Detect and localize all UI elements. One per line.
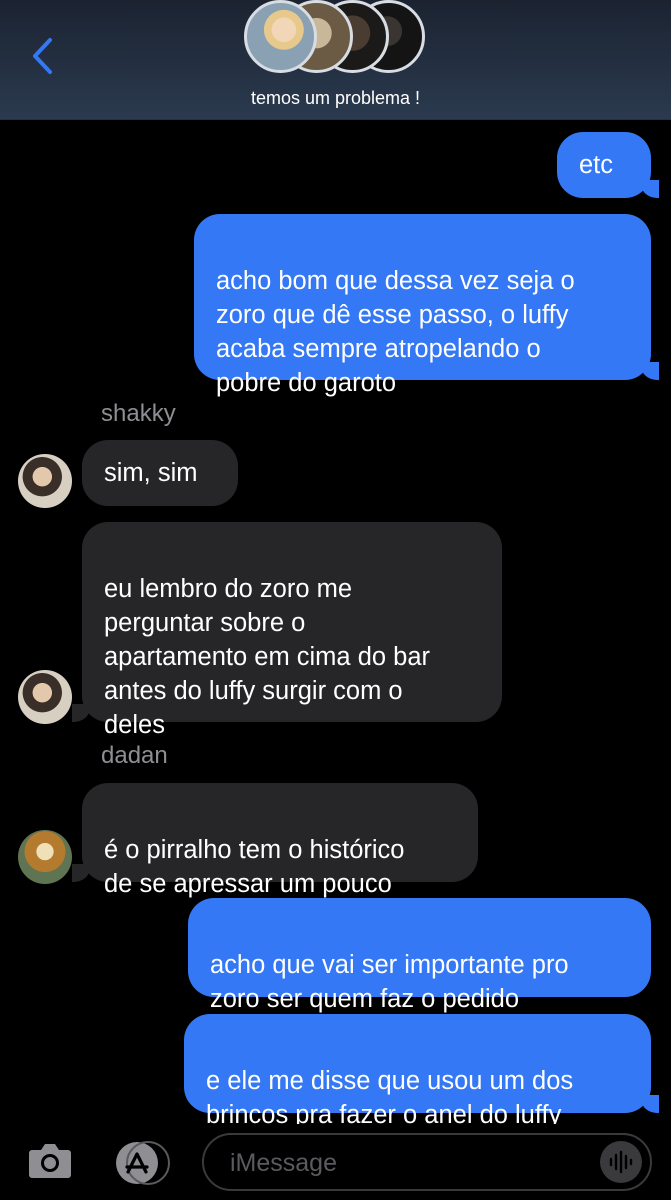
bubble-tail <box>641 362 659 380</box>
chevron-left-icon <box>33 38 52 74</box>
message-text: acho que vai ser importante pro zoro ser… <box>210 951 569 1013</box>
sent-message-bubble[interactable]: acho que vai ser importante pro zoro ser… <box>188 898 651 1013</box>
group-avatar <box>244 0 317 73</box>
app-store-button[interactable] <box>114 1140 172 1186</box>
compose-bar: iMessage <box>0 1124 671 1200</box>
bubble-tail <box>72 704 90 722</box>
received-message-bubble[interactable]: é o pirralho tem o histórico de se apres… <box>82 783 478 898</box>
received-message-bubble[interactable]: eu lembro do zoro me perguntar sobre o a… <box>82 522 502 739</box>
received-message-bubble[interactable]: sim, sim <box>82 440 238 506</box>
sent-message-bubble[interactable]: acho bom que dessa vez seja o zoro que d… <box>194 214 651 397</box>
app-store-icon <box>116 1141 170 1185</box>
sender-name: dadan <box>101 742 168 769</box>
imessage-screen: temos um problema ! etc acho bom que des… <box>0 0 671 1200</box>
conversation-header: temos um problema ! <box>0 0 671 120</box>
waveform-icon <box>609 1150 633 1174</box>
conversation-title[interactable]: temos um problema ! <box>0 88 671 109</box>
audio-message-button[interactable] <box>600 1141 642 1183</box>
message-text: sim, sim <box>104 459 198 487</box>
sent-message-bubble[interactable]: e ele me disse que usou um dos brincos p… <box>184 1014 651 1129</box>
bubble-tail <box>641 180 659 198</box>
sender-name: shakky <box>101 400 176 427</box>
sent-message-bubble[interactable]: etc <box>557 132 651 198</box>
message-text: e ele me disse que usou um dos brincos p… <box>206 1067 574 1129</box>
message-text: etc <box>579 151 614 179</box>
sender-avatar[interactable] <box>18 670 72 724</box>
message-text: eu lembro do zoro me perguntar sobre o a… <box>104 575 430 739</box>
camera-icon <box>29 1144 71 1178</box>
message-text: acho bom que dessa vez seja o zoro que d… <box>216 267 575 397</box>
message-text: é o pirralho tem o histórico de se apres… <box>104 836 405 898</box>
message-input[interactable]: iMessage <box>202 1133 652 1191</box>
input-placeholder: iMessage <box>230 1149 337 1177</box>
back-button[interactable] <box>22 34 62 78</box>
camera-button[interactable] <box>28 1140 72 1184</box>
sender-avatar[interactable] <box>18 454 72 508</box>
sender-avatar[interactable] <box>18 830 72 884</box>
group-avatars[interactable] <box>244 0 434 76</box>
bubble-tail <box>72 864 90 882</box>
bubble-tail <box>641 1095 659 1113</box>
